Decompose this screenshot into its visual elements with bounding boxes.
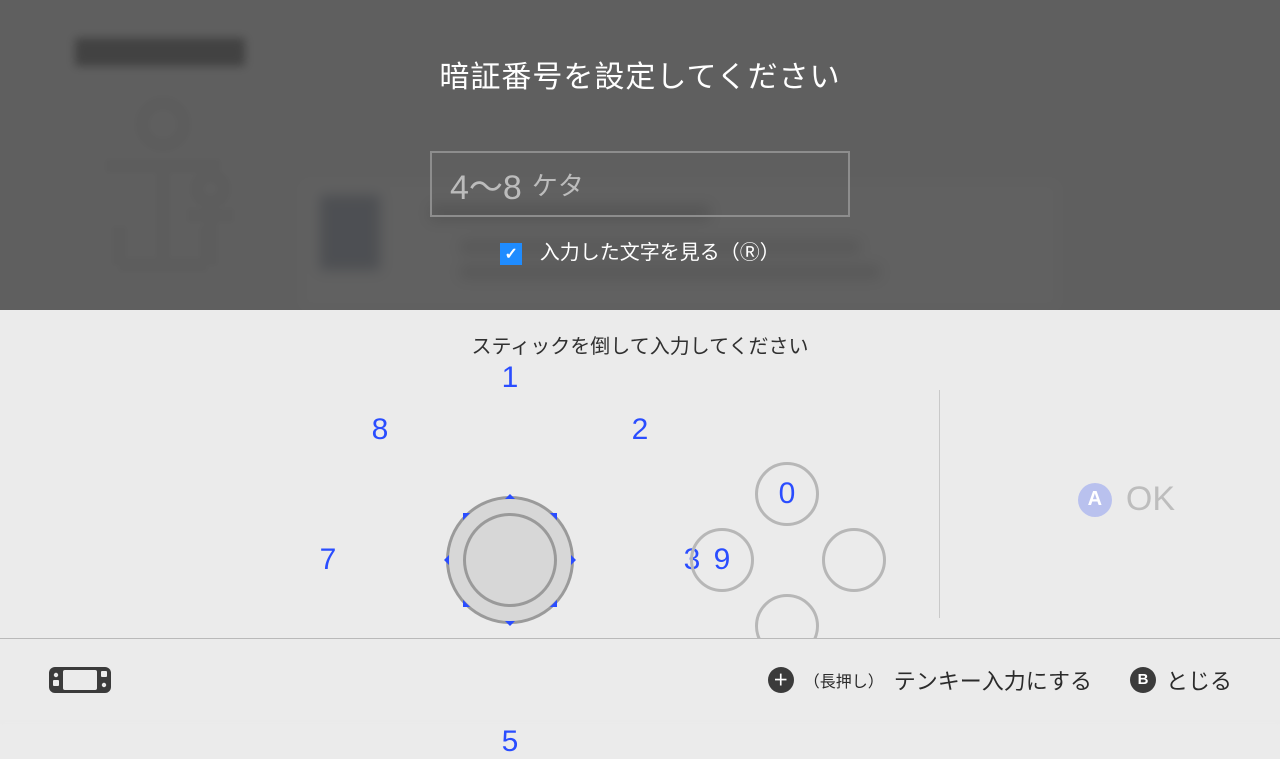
dial-8[interactable]: 8 — [365, 413, 395, 447]
face-button-left[interactable]: 9 — [690, 528, 754, 592]
footer-close-button[interactable]: B とじる — [1130, 664, 1232, 696]
plus-button-icon: ＋ — [768, 667, 794, 693]
show-characters-label: 入力した文字を見る（Ⓡ） — [540, 242, 780, 264]
stick-instruction: スティックを倒して入力してください — [0, 330, 1280, 359]
divider — [939, 390, 940, 618]
dial-7[interactable]: 7 — [313, 543, 343, 577]
close-label: とじる — [1166, 664, 1232, 696]
hold-note: （長押し） — [804, 668, 884, 692]
a-button-icon: A — [1078, 483, 1112, 517]
dial-2[interactable]: 2 — [625, 413, 655, 447]
dial-1[interactable]: 1 — [495, 361, 525, 395]
dial-5[interactable]: 5 — [495, 725, 525, 759]
confirm-legend: A OK — [1078, 480, 1175, 519]
show-characters-checkbox[interactable]: ✓ — [500, 243, 522, 265]
numpad-label: テンキー入力にする — [894, 664, 1092, 696]
console-icon — [48, 666, 112, 694]
pin-set-panel: 暗証番号を設定してください 4～8 ケタ ✓ 入力した文字を見る（Ⓡ） — [0, 0, 1280, 310]
pin-placeholder-suffix: ケタ — [532, 166, 584, 203]
show-characters-row[interactable]: ✓ 入力した文字を見る（Ⓡ） — [0, 236, 1280, 265]
input-area: スティックを倒して入力してください 1 2 3 4 5 6 7 8 0 9 A … — [0, 310, 1280, 638]
pin-input[interactable]: 4～8 ケタ — [430, 151, 850, 217]
footer-numpad-button[interactable]: ＋ （長押し） テンキー入力にする — [768, 664, 1092, 696]
b-button-icon: B — [1130, 667, 1156, 693]
confirm-label: OK — [1126, 480, 1175, 519]
pin-placeholder-main: 4～8 — [450, 160, 522, 209]
face-button-top[interactable]: 0 — [755, 462, 819, 526]
face-button-right[interactable] — [822, 528, 886, 592]
footer-bar: ＋ （長押し） テンキー入力にする B とじる — [0, 638, 1280, 720]
page-title: 暗証番号を設定してください — [0, 52, 1280, 96]
stick-inner — [463, 513, 557, 607]
